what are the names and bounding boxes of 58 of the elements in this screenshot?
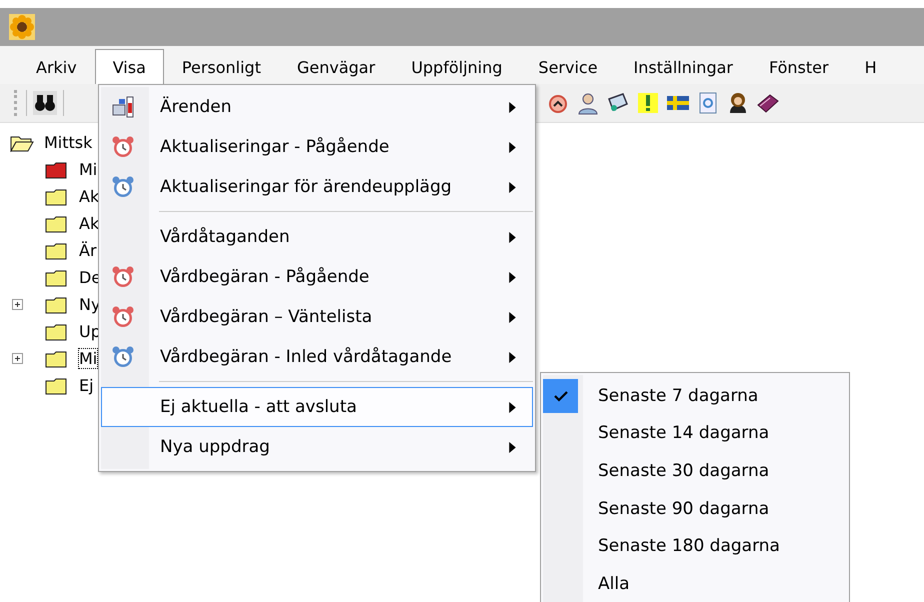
folder-icon xyxy=(45,268,69,286)
expand-icon[interactable] xyxy=(12,299,23,310)
submenu-arrow-icon xyxy=(509,182,516,192)
folder-icon xyxy=(45,188,69,206)
menu-item[interactable]: Nya uppdrag xyxy=(101,427,533,467)
folder-icon xyxy=(45,242,69,260)
menu-bar-item[interactable]: Uppföljning xyxy=(393,49,520,84)
menu-bar-item[interactable]: Service xyxy=(520,49,616,84)
expand-icon[interactable] xyxy=(12,353,23,364)
menu-item[interactable]: Senaste 90 dagarna xyxy=(543,490,847,528)
menu-bar-item[interactable]: Fönster xyxy=(750,49,847,84)
menu-item[interactable]: Senaste 7 dagarna xyxy=(543,377,847,415)
folder-icon xyxy=(45,376,69,394)
menu-item[interactable]: Vårdbegäran – Väntelista xyxy=(101,297,533,337)
chart-icon xyxy=(111,95,135,119)
tree-item[interactable]: Ak xyxy=(79,187,100,206)
menu-item[interactable]: Senaste 14 dagarna xyxy=(543,414,847,452)
menu-bar-item[interactable]: Inställningar xyxy=(616,49,751,84)
tree-item[interactable]: Mittsk xyxy=(44,133,92,152)
folder-icon xyxy=(45,214,69,232)
sunflower-icon xyxy=(9,14,35,40)
submenu-arrow-icon xyxy=(509,312,516,322)
menu-item[interactable]: Vårdbegäran - Inled vårdåtagande xyxy=(101,337,533,377)
tree-item[interactable]: Är xyxy=(79,241,97,260)
toolbar-grip-icon[interactable] xyxy=(14,90,20,116)
tree-item[interactable]: Ak xyxy=(79,214,100,233)
tree-item[interactable]: Mi xyxy=(79,349,98,368)
exclamation-icon[interactable] xyxy=(636,91,660,115)
menu-item[interactable]: Senaste 30 dagarna xyxy=(543,452,847,490)
person-icon[interactable] xyxy=(576,91,600,115)
menu-item[interactable]: Vårdåtaganden xyxy=(101,217,533,257)
folder-icon xyxy=(45,160,69,178)
folder-icon xyxy=(45,350,69,368)
menu-item[interactable]: Ärenden xyxy=(101,87,533,127)
menu-bar-item[interactable]: H xyxy=(846,49,895,84)
submenu-arrow-icon xyxy=(509,142,516,152)
menu-item[interactable]: Vårdbegäran - Pågående xyxy=(101,257,533,297)
folder-icon xyxy=(45,296,69,314)
menu-item[interactable]: Aktualiseringar - Pågående xyxy=(101,127,533,167)
binoculars-icon[interactable] xyxy=(33,91,57,115)
submenu-arrow-icon xyxy=(509,402,516,412)
menu-item[interactable]: Alla xyxy=(543,564,847,602)
menu-item[interactable]: Ej aktuella - att avsluta xyxy=(101,387,533,427)
tree-item[interactable]: Ej xyxy=(79,376,94,395)
menu-bar-item[interactable]: Genvägar xyxy=(278,49,394,84)
menu-bar-item[interactable]: Visa xyxy=(94,49,164,84)
menu-item[interactable]: Senaste 180 dagarna xyxy=(543,527,847,565)
submenu-arrow-icon xyxy=(509,442,516,452)
submenu-arrow-icon xyxy=(509,352,516,362)
menu-bar-item[interactable]: Personligt xyxy=(164,49,279,84)
submenu-arrow-icon xyxy=(509,272,516,282)
tree-item[interactable]: Mi xyxy=(79,160,98,179)
menu-item[interactable]: Aktualiseringar för ärendeupplägg xyxy=(101,167,533,207)
open-folder-icon xyxy=(10,134,34,152)
menu-bar-item[interactable]: Arkiv xyxy=(18,49,95,84)
submenu-arrow-icon xyxy=(509,232,516,242)
submenu-arrow-icon xyxy=(509,102,516,112)
folder-icon xyxy=(45,322,69,340)
